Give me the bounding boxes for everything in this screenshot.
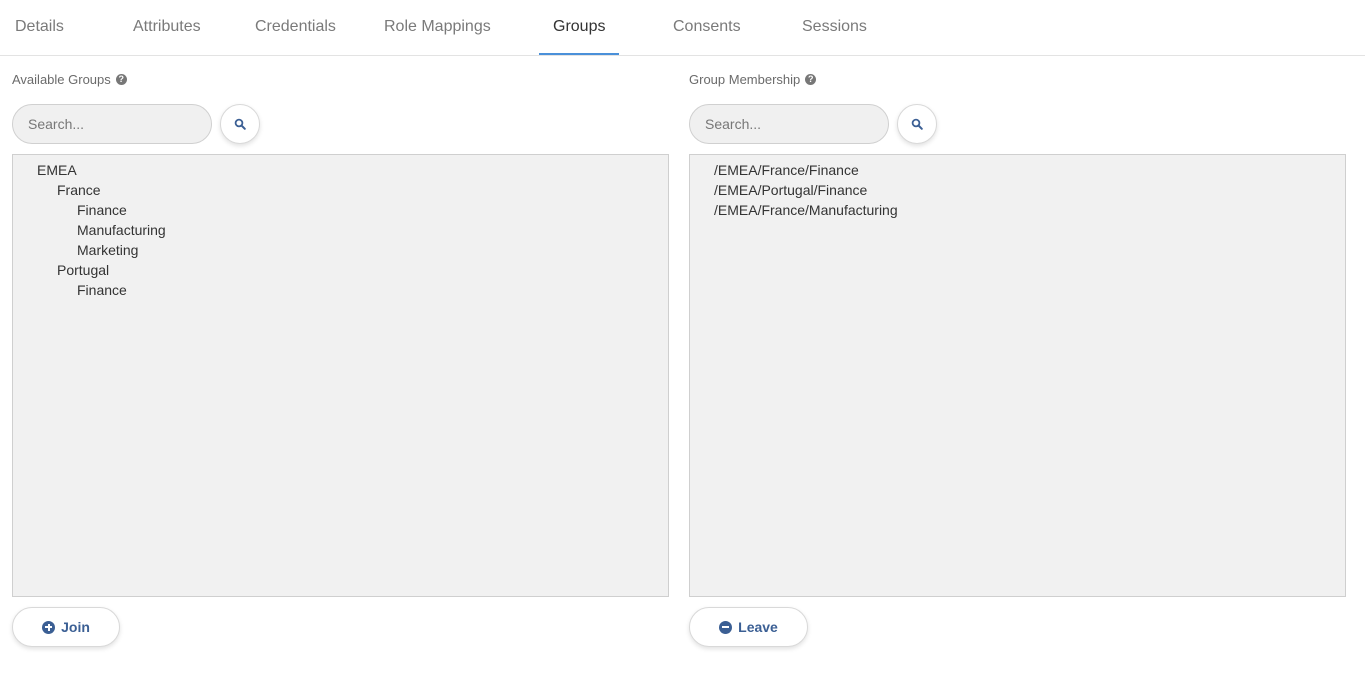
available-groups-search-button[interactable] (220, 104, 260, 144)
membership-item[interactable]: /EMEA/Portugal/Finance (714, 180, 867, 200)
tree-node[interactable]: Finance (77, 280, 127, 300)
membership-item[interactable]: /EMEA/France/Manufacturing (714, 200, 898, 220)
tab-details[interactable]: Details (15, 0, 64, 55)
tree-node[interactable]: EMEA (37, 160, 77, 180)
tab-consents[interactable]: Consents (673, 0, 741, 55)
minus-circle-icon (719, 620, 733, 634)
leave-button[interactable]: Leave (689, 607, 808, 647)
tree-node[interactable]: Manufacturing (77, 220, 166, 240)
available-groups-search-input[interactable] (12, 104, 212, 144)
active-tab-indicator (539, 53, 619, 55)
user-tabs: Details Attributes Credentials Role Mapp… (0, 0, 1365, 56)
tree-node[interactable]: France (57, 180, 101, 200)
available-groups-tree[interactable]: EMEA France Finance Manufacturing Marketing P… (12, 154, 669, 597)
tab-groups[interactable]: Groups (553, 0, 605, 55)
tab-role-mappings[interactable]: Role Mappings (384, 0, 491, 55)
help-icon[interactable]: ? (805, 74, 817, 85)
group-membership-search-input[interactable] (689, 104, 889, 144)
tab-sessions[interactable]: Sessions (802, 0, 867, 55)
group-membership-header: Group Membership ? (689, 72, 817, 87)
group-membership-search-button[interactable] (897, 104, 937, 144)
tree-node[interactable]: Portugal (57, 260, 109, 280)
group-membership-label: Group Membership (689, 72, 801, 87)
join-button[interactable]: Join (12, 607, 120, 647)
tab-credentials[interactable]: Credentials (255, 0, 336, 55)
join-button-label: Join (61, 619, 90, 635)
search-icon (911, 118, 923, 130)
tab-attributes[interactable]: Attributes (133, 0, 201, 55)
plus-circle-icon (42, 620, 56, 634)
leave-button-label: Leave (738, 619, 778, 635)
tree-node[interactable]: Finance (77, 200, 127, 220)
available-groups-header: Available Groups ? (12, 72, 127, 87)
available-groups-label: Available Groups (12, 72, 111, 87)
tree-node[interactable]: Marketing (77, 240, 138, 260)
membership-item[interactable]: /EMEA/France/Finance (714, 160, 859, 180)
search-icon (234, 118, 246, 130)
group-membership-list[interactable]: /EMEA/France/Finance/EMEA/Portugal/Finan… (689, 154, 1346, 597)
help-icon[interactable]: ? (115, 74, 127, 85)
